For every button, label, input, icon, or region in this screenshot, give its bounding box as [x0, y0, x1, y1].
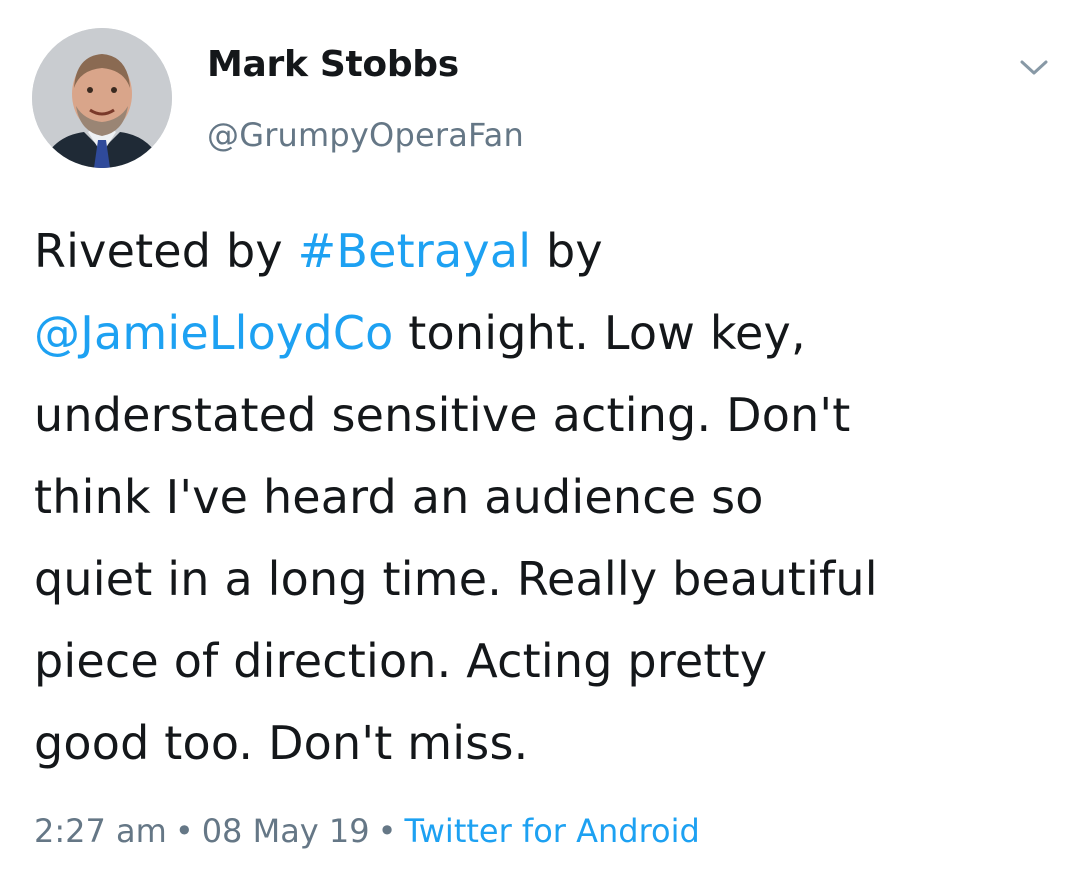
tweet-source-link[interactable]: Twitter for Android: [405, 812, 700, 850]
tweet-line: understated sensitive acting. Don't: [34, 374, 1054, 456]
tweet-text: Riveted by #Betrayal by @JamieLloydCo ton…: [34, 210, 1054, 784]
tweet-meta: 2:27 am • 08 May 19 • Twitter for Android: [34, 812, 700, 850]
avatar-photo: [32, 28, 172, 168]
tweet-text-segment: piece of direction. Acting pretty: [34, 634, 768, 688]
tweet-line: piece of direction. Acting pretty: [34, 620, 1054, 702]
mention-link[interactable]: @JamieLloydCo: [34, 306, 393, 360]
tweet-text-segment: think I've heard an audience so: [34, 470, 764, 524]
tweet-text-segment: Riveted by: [34, 224, 298, 278]
meta-separator: •: [174, 812, 194, 850]
tweet-time: 2:27 am: [34, 812, 167, 850]
tweet-line: good too. Don't miss.: [34, 702, 1054, 784]
tweet-text-segment: understated sensitive acting. Don't: [34, 388, 851, 442]
tweet-text-segment: good too. Don't miss.: [34, 716, 529, 770]
hashtag-link[interactable]: #Betrayal: [298, 224, 532, 278]
author-handle[interactable]: @GrumpyOperaFan: [207, 116, 524, 154]
author-name[interactable]: Mark Stobbs: [207, 44, 459, 85]
tweet-text-segment: quiet in a long time. Really beautiful: [34, 552, 878, 606]
avatar[interactable]: [32, 28, 172, 168]
tweet-date: 08 May 19: [201, 812, 370, 850]
tweet-line: @JamieLloydCo tonight. Low key,: [34, 292, 1054, 374]
meta-separator: •: [377, 812, 397, 850]
tweet-text-segment: tonight. Low key,: [393, 306, 806, 360]
tweet-line: quiet in a long time. Really beautiful: [34, 538, 1054, 620]
tweet-line: Riveted by #Betrayal by: [34, 210, 1054, 292]
tweet-text-segment: by: [531, 224, 603, 278]
chevron-down-icon[interactable]: [1016, 54, 1052, 80]
tweet-line: think I've heard an audience so: [34, 456, 1054, 538]
